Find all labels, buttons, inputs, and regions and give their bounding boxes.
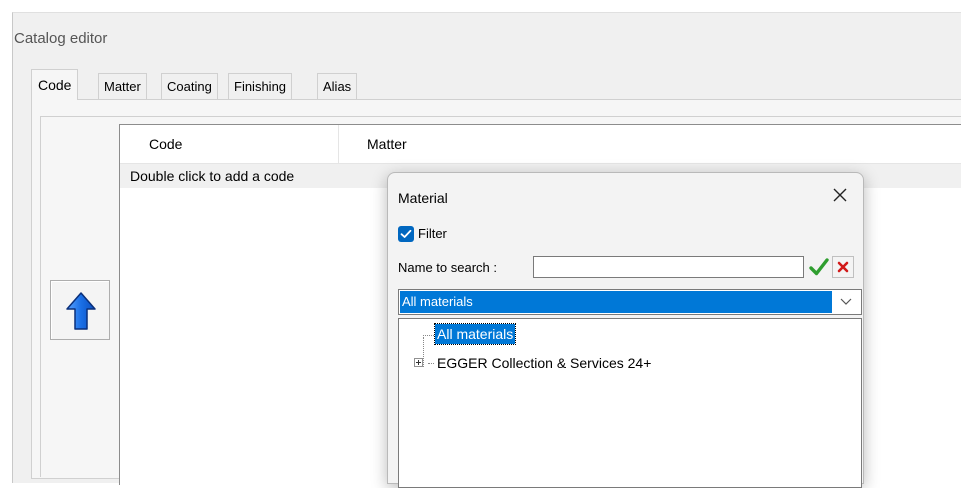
column-header-matter[interactable]: Matter (367, 136, 407, 152)
tree-item-egger-collection[interactable]: EGGER Collection & Services 24+ (437, 353, 651, 373)
tab-code[interactable]: Code (31, 69, 79, 100)
move-up-button[interactable] (50, 280, 110, 340)
red-x-icon (837, 261, 849, 273)
search-label: Name to search : (398, 260, 497, 275)
tab-finishing[interactable]: Finishing (228, 73, 293, 99)
tree-connector (428, 363, 434, 364)
add-code-hint: Double click to add a code (130, 168, 295, 184)
tab-coating[interactable]: Coating (161, 73, 218, 99)
close-icon (833, 188, 847, 202)
close-button[interactable] (828, 183, 852, 207)
column-divider[interactable] (338, 125, 339, 163)
chevron-down-icon[interactable] (839, 296, 853, 306)
tree-connector (423, 337, 424, 367)
tree-item-all-materials[interactable]: All materials (433, 323, 517, 345)
material-dialog: Material Filter Name to search : All mat… (387, 172, 864, 488)
column-header-code[interactable]: Code (149, 136, 182, 152)
green-check-icon (809, 258, 829, 276)
expand-icon[interactable] (414, 358, 423, 367)
tree-connector (423, 335, 434, 336)
clear-search-button[interactable] (832, 256, 854, 278)
material-group-select[interactable]: All materials (398, 289, 862, 315)
grid-header: Code Matter (120, 125, 961, 164)
window-title: Catalog editor (14, 30, 108, 47)
search-input[interactable] (533, 256, 804, 278)
tab-matter[interactable]: Matter (98, 73, 147, 99)
selected-value: All materials (400, 291, 832, 313)
dialog-title: Material (398, 190, 448, 206)
checkmark-icon (400, 229, 412, 238)
material-tree[interactable]: All materials EGGER Collection & Service… (398, 318, 862, 488)
filter-checkbox[interactable] (398, 226, 414, 242)
apply-search-button[interactable] (808, 256, 830, 278)
arrow-up-icon (66, 292, 96, 330)
tab-alias[interactable]: Alias (317, 73, 358, 99)
filter-label: Filter (418, 226, 447, 241)
